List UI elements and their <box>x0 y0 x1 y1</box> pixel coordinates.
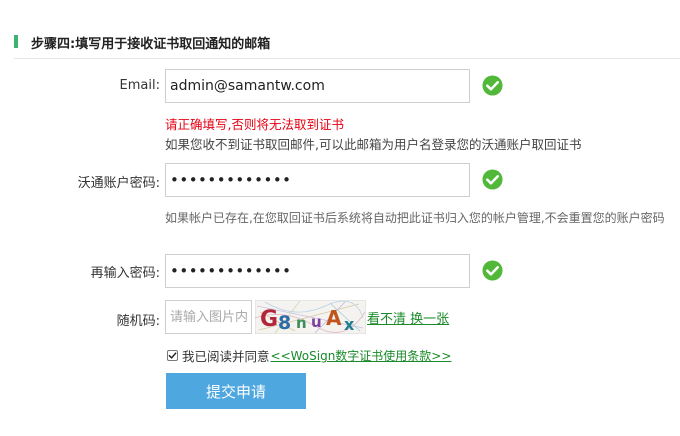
svg-text:x: x <box>344 315 355 334</box>
svg-text:A: A <box>326 306 342 330</box>
captcha-image[interactable]: G 8 n u A x <box>255 300 366 334</box>
terms-link[interactable]: <<WoSign数字证书使用条款>> <box>271 347 452 364</box>
section-accent-bar <box>14 35 18 48</box>
captcha-refresh-link[interactable]: 看不清 换一张 <box>367 308 449 327</box>
svg-text:u: u <box>311 313 322 331</box>
confirm-password-input[interactable] <box>165 254 470 288</box>
email-valid-check-icon <box>482 75 503 96</box>
password-input[interactable] <box>165 163 470 197</box>
svg-text:n: n <box>296 314 307 332</box>
email-label: Email: <box>119 78 160 93</box>
captcha-input[interactable] <box>165 300 252 334</box>
captcha-label: 随机码: <box>116 314 160 329</box>
submit-button[interactable]: 提交申请 <box>166 373 306 409</box>
password-valid-check-icon <box>482 169 503 190</box>
section-divider <box>14 58 680 59</box>
email-input[interactable] <box>165 69 470 103</box>
email-hint: 如果您收不到证书取回邮件,可以此邮箱为用户名登录您的沃通账户取回证书 <box>165 137 582 152</box>
svg-text:G: G <box>260 307 278 332</box>
agreement-text: 我已阅读并同意 <box>182 349 270 364</box>
agreement-row: 我已阅读并同意 <<WoSign数字证书使用条款>> <box>167 346 451 365</box>
confirm-password-label: 再输入密码: <box>90 266 160 281</box>
password-label: 沃通账户密码: <box>77 176 160 191</box>
confirm-password-valid-check-icon <box>482 260 503 281</box>
agreement-checkbox[interactable] <box>167 350 178 361</box>
email-error-message: 请正确填写,否则将无法取到证书 <box>165 117 344 132</box>
checkmark-icon <box>168 352 177 359</box>
password-hint: 如果帐户已存在,在您取回证书后系统将自动把此证书归入您的帐户管理,不会重置您的账… <box>165 211 665 225</box>
section-header: 步骤四:填写用于接收证书取回通知的邮箱 <box>14 31 674 52</box>
svg-text:8: 8 <box>278 312 291 334</box>
section-title: 步骤四:填写用于接收证书取回通知的邮箱 <box>31 37 271 52</box>
